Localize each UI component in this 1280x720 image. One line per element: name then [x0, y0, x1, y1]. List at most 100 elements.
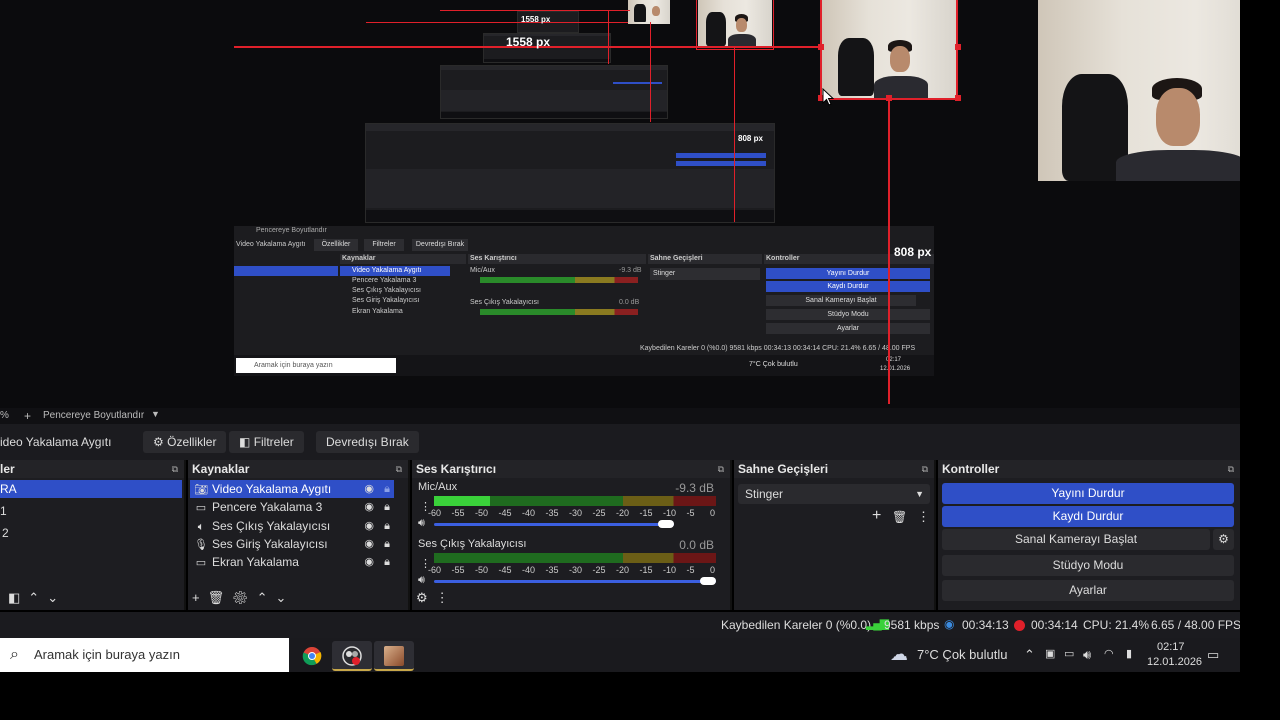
lock-icon[interactable]: 🔒︎ [384, 535, 390, 553]
disable-button[interactable]: Devredışı Bırak [316, 431, 419, 453]
move-up-icon[interactable]: ⌃ [28, 590, 47, 605]
eye-icon[interactable]: ◉ [364, 498, 374, 516]
battery-icon[interactable]: ▭ [1064, 647, 1074, 660]
tray-app-icon[interactable]: ▣ [1045, 647, 1055, 660]
speaker-icon: 🔈︎ [197, 520, 205, 533]
weather-icon: ☁ [890, 644, 908, 664]
scale-tick: -30 [569, 565, 583, 575]
resize-handle[interactable] [818, 44, 824, 50]
sources-footer: +🗑⚙⌃⌄ [192, 590, 294, 606]
move-down-icon[interactable]: ⌄ [276, 590, 295, 605]
undock-icon[interactable]: ⧉ [718, 460, 724, 478]
resize-handle[interactable] [955, 95, 961, 101]
speaker-icon[interactable]: 🔊︎ [418, 517, 425, 530]
source-item[interactable]: 🔈︎ Ses Çıkış Yakalayıcısı ◉ 🔒︎ [190, 517, 394, 535]
volume-slider[interactable] [434, 580, 716, 583]
undock-icon[interactable]: ⧉ [1228, 460, 1234, 478]
scale-tick: -10 [663, 565, 677, 575]
chrome-app[interactable] [292, 641, 332, 671]
virtual-camera-settings-button[interactable]: ⚙ [1213, 529, 1234, 550]
scene-item[interactable]: 1 [0, 502, 184, 520]
mid-properties-button: Özellikler [314, 239, 358, 251]
eye-icon[interactable]: ◉ [364, 553, 374, 571]
source-item[interactable]: 🎙︎ Ses Giriş Yakalayıcısı ◉ 🔒︎ [190, 535, 394, 553]
properties-button[interactable]: ⚙ Özellikler [143, 431, 227, 453]
channel-name: Ses Çıkış Yakalayıcısı [418, 538, 527, 550]
webcam-source[interactable] [1038, 0, 1240, 181]
preview-canvas[interactable]: Pencereye Boyutlandır Video Yakalama Ayg… [0, 0, 1240, 408]
mid-out-label: Ses Çıkış Yakalayıcısı [470, 299, 539, 306]
advanced-audio-icon[interactable]: ⚙ [416, 590, 436, 605]
stop-recording-button[interactable]: Kaydı Durdur [942, 506, 1234, 527]
volume-icon[interactable]: 🔊︎ [1083, 647, 1091, 663]
studio-mode-button[interactable]: Stüdyo Modu [942, 555, 1234, 576]
undock-icon[interactable]: ⧉ [396, 460, 402, 478]
fps: 6.65 / 48.00 FPS [1151, 618, 1242, 632]
obs-app[interactable] [332, 641, 372, 671]
add-icon[interactable]: + [192, 590, 208, 605]
mid-source-1: Video Yakalama Aygıtı [352, 267, 422, 274]
resize-handle[interactable] [886, 95, 892, 101]
source-item[interactable]: ▭ Ekran Yakalama ◉ 🔒︎ [190, 553, 394, 571]
weather-text[interactable]: 7°C Çok bulutlu [917, 647, 1007, 662]
transition-select[interactable]: Stinger ▼ [738, 484, 930, 504]
source-item-label: Ses Çıkış Yakalayıcısı [212, 518, 331, 533]
more-options-icon[interactable]: ⋮ [420, 557, 431, 570]
more-options-icon[interactable]: ⋮ [436, 590, 457, 605]
add-icon[interactable]: + [872, 507, 881, 525]
gear-icon[interactable]: ⚙ [232, 590, 257, 605]
gear-icon: ⚙ [153, 435, 164, 449]
add-icon[interactable]: + [24, 409, 31, 423]
stop-streaming-button[interactable]: Yayını Durdur [942, 483, 1234, 504]
trash-icon[interactable]: 🗑 [208, 590, 233, 605]
mid-virtual-cam: Sanal Kamerayı Başlat [766, 295, 916, 306]
fit-to-window-select[interactable]: Pencereye Boyutlandır [43, 410, 144, 421]
guide-line [888, 98, 890, 404]
lock-icon[interactable]: 🔒︎ [384, 517, 390, 535]
move-up-icon[interactable]: ⌃ [257, 590, 276, 605]
source-item[interactable]: ▭ Pencere Yakalama 3 ◉ 🔒︎ [190, 498, 394, 516]
trash-icon[interactable]: 🗑 [892, 510, 907, 524]
volume-slider-knob[interactable] [657, 520, 674, 528]
filters-button[interactable]: ◧ Filtreler [229, 431, 304, 453]
start-virtual-camera-button[interactable]: Sanal Kamerayı Başlat [942, 529, 1210, 550]
person-head [652, 6, 660, 16]
scene-item[interactable]: RA [0, 480, 182, 498]
mid-header-transitions: Sahne Geçişleri [648, 254, 762, 264]
volume-slider-knob[interactable] [700, 577, 716, 585]
move-down-icon[interactable]: ⌄ [47, 590, 66, 605]
lock-icon[interactable]: 🔒︎ [384, 498, 390, 516]
more-options-icon[interactable]: ⋮ [917, 509, 930, 525]
scale-tick: -45 [498, 508, 512, 518]
notification-icon[interactable]: ▭ [1207, 647, 1219, 663]
scale-tick: -5 [686, 508, 695, 518]
scale-tick: -20 [616, 565, 630, 575]
lock-icon[interactable]: 🔒︎ [384, 553, 390, 571]
volume-slider[interactable] [434, 523, 674, 526]
microphone-icon[interactable]: ▮ [1126, 647, 1132, 660]
scene-item[interactable]: 2 [0, 524, 184, 542]
eye-icon[interactable]: ◉ [364, 517, 374, 535]
wifi-icon[interactable]: ◠ [1104, 647, 1114, 660]
photo-app[interactable] [374, 641, 414, 671]
clock-time[interactable]: 02:17 [1157, 641, 1185, 653]
source-item[interactable]: 📷︎ Video Yakalama Aygıtı ◉ 🔒︎ [190, 480, 394, 498]
selection-box[interactable] [820, 0, 958, 100]
eye-icon[interactable]: ◉ [364, 535, 374, 553]
clock-date[interactable]: 12.01.2026 [1147, 656, 1202, 668]
lock-icon[interactable]: 🔒︎ [384, 480, 390, 498]
resize-handle[interactable] [955, 44, 961, 50]
undock-icon[interactable]: ⧉ [922, 460, 928, 478]
nested-blue [676, 153, 766, 159]
settings-button[interactable]: Ayarlar [942, 580, 1234, 601]
speaker-icon[interactable]: 🔊︎ [418, 574, 425, 587]
zoom-value: % [0, 410, 9, 421]
height-label: 808 px [894, 245, 932, 259]
undock-icon[interactable]: ⧉ [172, 460, 178, 478]
chevron-down-icon[interactable]: ▼ [151, 409, 160, 419]
filter-icon[interactable]: ◧ [8, 590, 28, 605]
tray-chevron-up-icon[interactable]: ⌃ [1024, 647, 1035, 663]
eye-icon[interactable]: ◉ [364, 480, 374, 498]
more-options-icon[interactable]: ⋮ [420, 500, 431, 513]
taskbar-search[interactable]: ⌕ Aramak için buraya yazın [0, 638, 289, 672]
